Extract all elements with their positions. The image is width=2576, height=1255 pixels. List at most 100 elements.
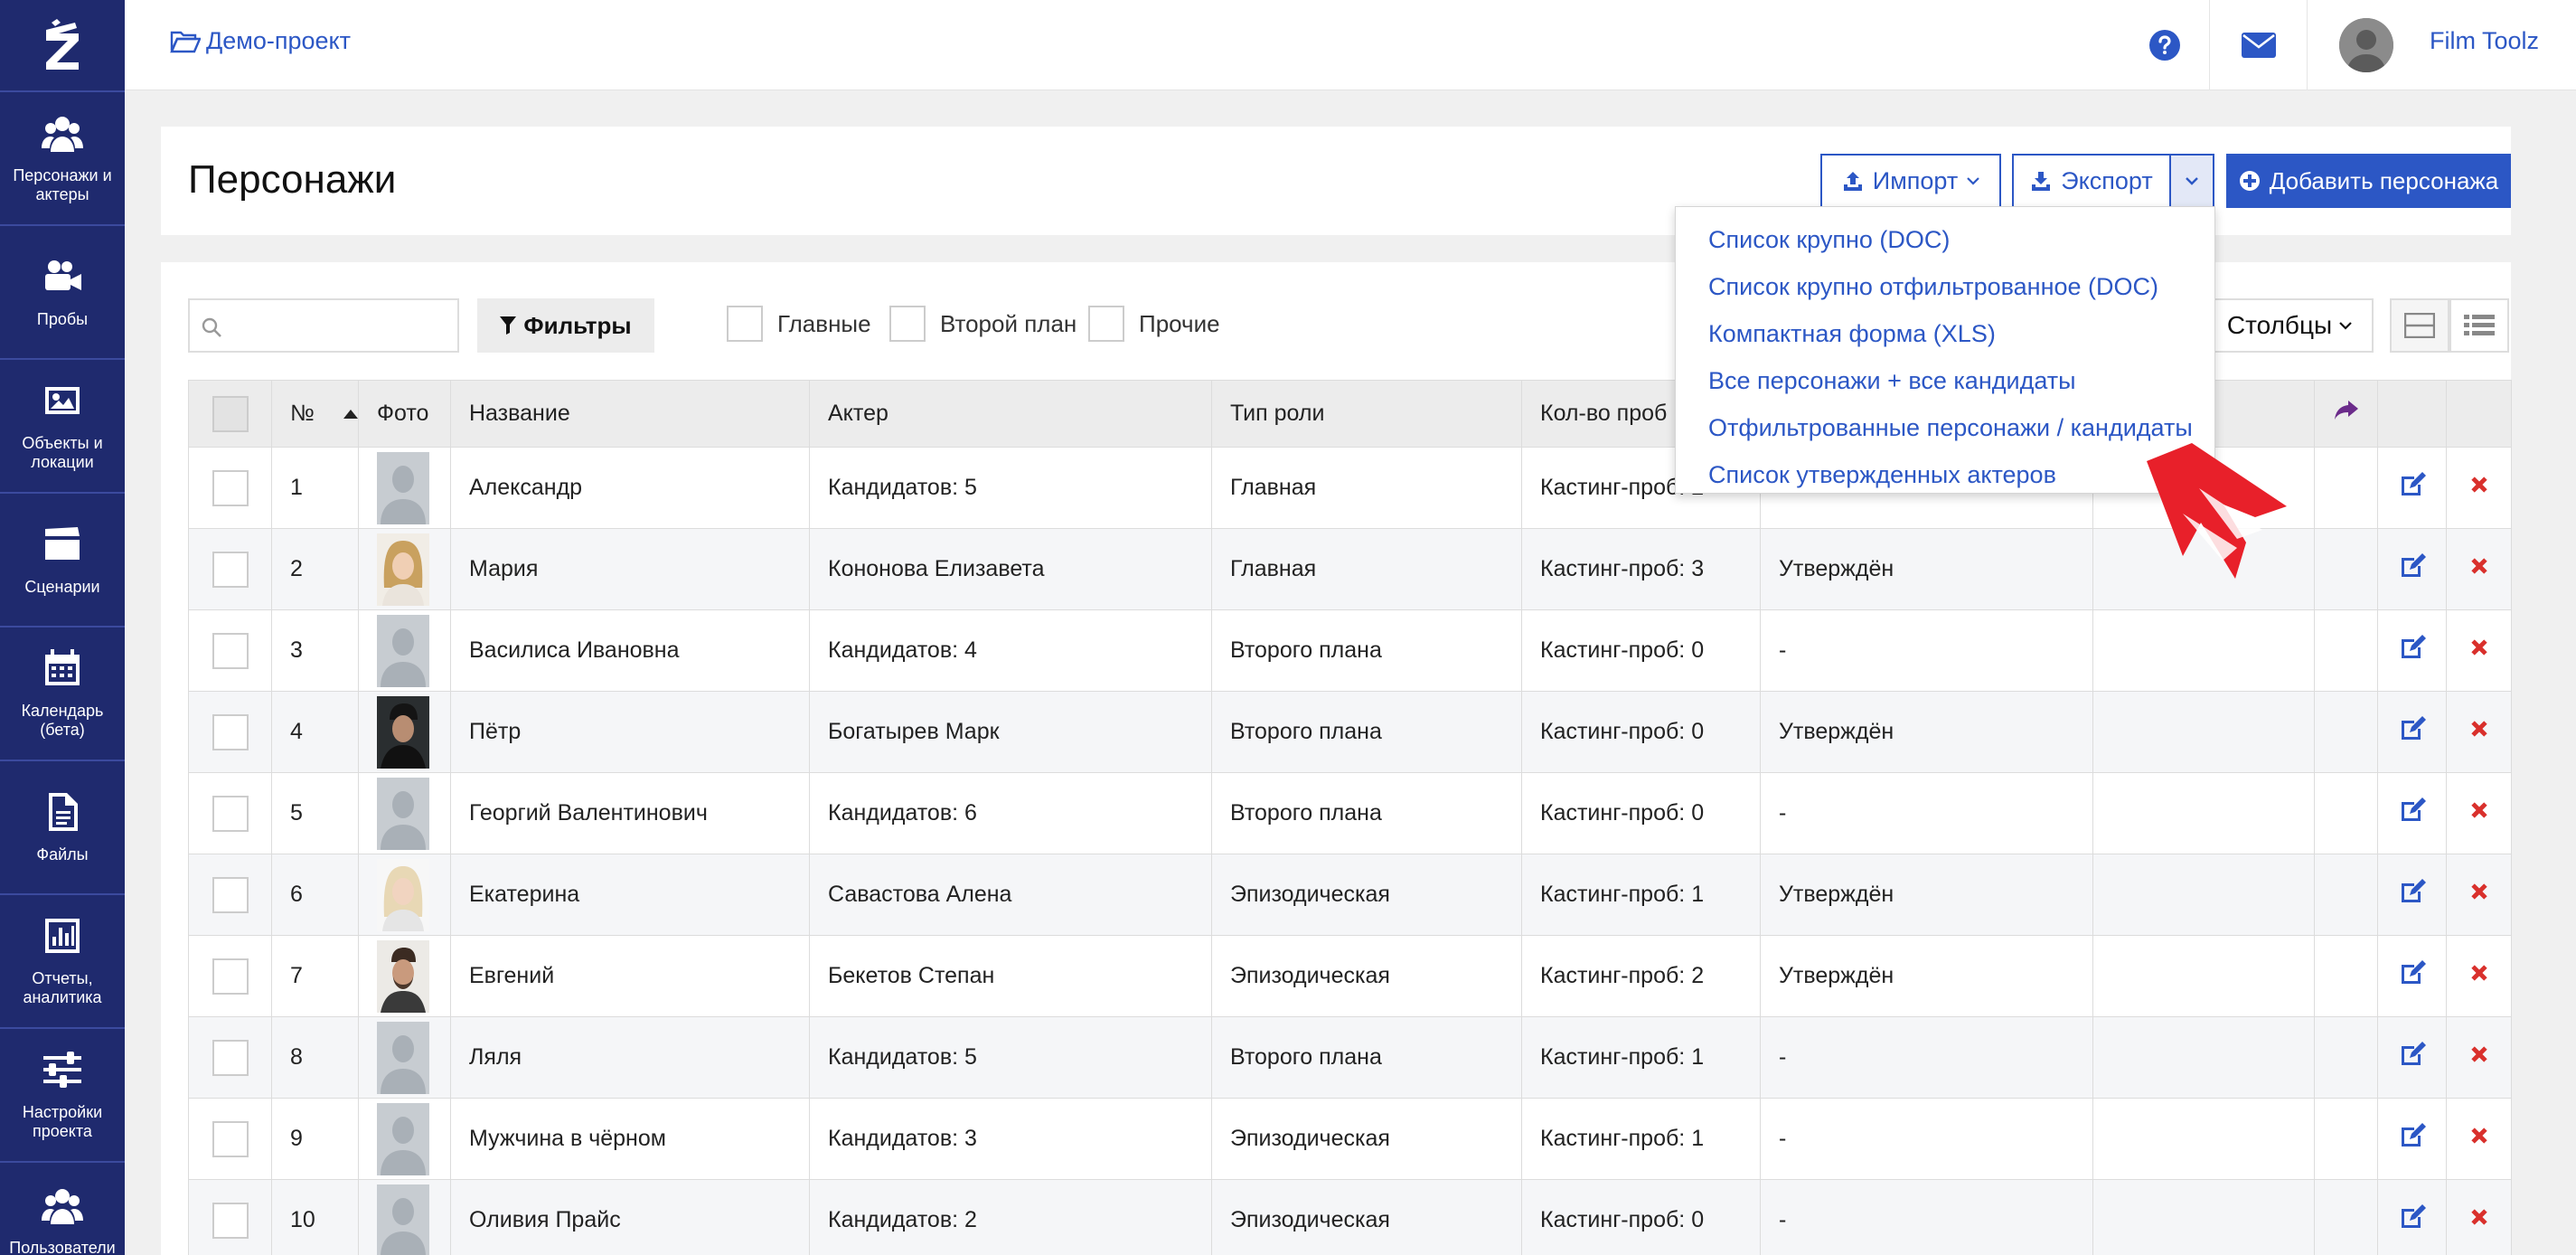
table-row[interactable]: 7 Евгений Бекетов Степан Эпизодическая Касти…	[188, 935, 2512, 1017]
row-actor[interactable]: Бекетов Степан	[809, 935, 1212, 1017]
row-name[interactable]: Василиса Ивановна	[450, 609, 810, 692]
select-all-checkbox[interactable]	[212, 395, 249, 432]
export-menu-item-compact-xls[interactable]: Компактная форма (XLS)	[1676, 310, 2214, 357]
sidebar-item-locations[interactable]: Объекты и локации	[0, 358, 125, 492]
filter-main-roles[interactable]: Главные	[727, 306, 871, 342]
sidebar-item-calendar[interactable]: Календарь (бета)	[0, 626, 125, 760]
row-photo[interactable]	[377, 777, 429, 850]
sidebar-item-scripts[interactable]: Сценарии	[0, 492, 125, 626]
edit-button[interactable]	[2399, 552, 2426, 586]
table-row[interactable]: 9 Мужчина в чёрном Кандидатов: 3 Эпизодичес…	[188, 1098, 2512, 1180]
row-checkbox[interactable]	[212, 1039, 249, 1076]
row-checkbox[interactable]	[212, 795, 249, 832]
col-number-header[interactable]: №	[271, 380, 359, 448]
import-button[interactable]: Импорт	[1820, 154, 2001, 208]
delete-button[interactable]	[2468, 554, 2491, 584]
row-photo[interactable]	[377, 451, 429, 524]
row-photo[interactable]	[377, 614, 429, 687]
add-character-button[interactable]: Добавить персонажа	[2226, 154, 2511, 208]
row-name[interactable]: Мужчина в чёрном	[450, 1098, 810, 1180]
export-menu-item-large-doc[interactable]: Список крупно (DOC)	[1676, 216, 2214, 263]
columns-button[interactable]: Столбцы	[2205, 298, 2374, 353]
export-button[interactable]: Экспорт	[2012, 154, 2171, 208]
row-photo[interactable]	[377, 1102, 429, 1175]
project-link[interactable]: Демо-проект	[170, 27, 351, 55]
row-name[interactable]: Екатерина	[450, 854, 810, 936]
col-role-type-header[interactable]: Тип роли	[1211, 380, 1522, 448]
export-menu-item-filtered-candidates[interactable]: Отфильтрованные персонажи / кандидаты	[1676, 404, 2214, 451]
export-menu-item-large-filtered-doc[interactable]: Список крупно отфильтрованное (DOC)	[1676, 263, 2214, 310]
delete-button[interactable]	[2468, 473, 2491, 503]
help-button[interactable]	[2120, 0, 2210, 90]
table-row[interactable]: 6 Екатерина Савастова Алена Эпизодическая Ка…	[188, 854, 2512, 936]
delete-button[interactable]	[2468, 1205, 2491, 1235]
delete-button[interactable]	[2468, 717, 2491, 747]
row-name[interactable]: Ляля	[450, 1016, 810, 1099]
row-checkbox[interactable]	[212, 632, 249, 669]
sidebar-item-reports[interactable]: Отчеты, аналитика	[0, 893, 125, 1027]
delete-button[interactable]	[2468, 1124, 2491, 1154]
delete-button[interactable]	[2468, 798, 2491, 828]
col-share-header[interactable]	[2314, 380, 2378, 448]
row-actor[interactable]: Кандидатов: 5	[809, 447, 1212, 529]
sidebar-item-settings[interactable]: Настройки проекта	[0, 1027, 125, 1161]
row-checkbox[interactable]	[212, 958, 249, 995]
sidebar-item-files[interactable]: Файлы	[0, 760, 125, 893]
row-photo[interactable]	[377, 939, 429, 1013]
table-row[interactable]: 3 Василиса Ивановна Кандидатов: 4 Второго п…	[188, 609, 2512, 692]
row-photo[interactable]	[377, 1184, 429, 1255]
delete-button[interactable]	[2468, 636, 2491, 665]
edit-button[interactable]	[2399, 878, 2426, 911]
export-dropdown-toggle[interactable]	[2169, 154, 2214, 208]
row-actor[interactable]: Кандидатов: 5	[809, 1016, 1212, 1099]
row-checkbox[interactable]	[212, 1202, 249, 1239]
edit-button[interactable]	[2399, 1203, 2426, 1237]
app-logo[interactable]	[0, 0, 125, 90]
search-field[interactable]	[230, 307, 447, 344]
filter-other-roles[interactable]: Прочие	[1088, 306, 1220, 342]
table-row[interactable]: 10 Оливия Прайс Кандидатов: 2 Эпизодическая…	[188, 1179, 2512, 1255]
table-row[interactable]: 4 Пётр Богатырев Марк Второго плана Кастинг-…	[188, 691, 2512, 773]
table-row[interactable]: 5 Георгий Валентинович Кандидатов: 6 Второг…	[188, 772, 2512, 854]
user-avatar[interactable]	[2339, 18, 2393, 72]
row-actor[interactable]: Савастова Алена	[809, 854, 1212, 936]
edit-button[interactable]	[2399, 471, 2426, 505]
messages-button[interactable]	[2210, 0, 2308, 90]
edit-button[interactable]	[2399, 1122, 2426, 1156]
sidebar-item-characters[interactable]: Персонажи и актеры	[0, 90, 125, 224]
row-actor[interactable]: Кандидатов: 4	[809, 609, 1212, 692]
row-name[interactable]: Евгений	[450, 935, 810, 1017]
row-name[interactable]: Мария	[450, 528, 810, 610]
col-name-header[interactable]: Название	[450, 380, 810, 448]
row-actor[interactable]: Богатырев Марк	[809, 691, 1212, 773]
col-actor-header[interactable]: Актер	[809, 380, 1212, 448]
row-photo[interactable]	[377, 1021, 429, 1094]
row-name[interactable]: Георгий Валентинович	[450, 772, 810, 854]
export-menu-item-all-candidates[interactable]: Все персонажи + все кандидаты	[1676, 357, 2214, 404]
table-row[interactable]: 8 Ляля Кандидатов: 5 Второго плана Кастинг-п…	[188, 1016, 2512, 1099]
row-name[interactable]: Оливия Прайс	[450, 1179, 810, 1255]
row-checkbox[interactable]	[212, 713, 249, 750]
row-actor[interactable]: Кандидатов: 2	[809, 1179, 1212, 1255]
row-checkbox[interactable]	[212, 1120, 249, 1157]
row-checkbox[interactable]	[212, 876, 249, 913]
export-menu-item-approved-actors[interactable]: Список утвержденных актеров	[1676, 451, 2214, 498]
edit-button[interactable]	[2399, 715, 2426, 749]
row-actor[interactable]: Кандидатов: 6	[809, 772, 1212, 854]
row-name[interactable]: Александр	[450, 447, 810, 529]
user-name[interactable]: Film Toolz	[2430, 27, 2539, 55]
search-input[interactable]	[188, 298, 459, 353]
sidebar-item-users[interactable]: Пользователи и	[0, 1161, 125, 1255]
row-photo[interactable]	[377, 858, 429, 931]
edit-button[interactable]	[2399, 634, 2426, 667]
row-actor[interactable]: Кандидатов: 3	[809, 1098, 1212, 1180]
row-actor[interactable]: Кононова Елизавета	[809, 528, 1212, 610]
filters-button[interactable]: Фильтры	[477, 298, 654, 353]
row-name[interactable]: Пётр	[450, 691, 810, 773]
edit-button[interactable]	[2399, 1041, 2426, 1074]
delete-button[interactable]	[2468, 880, 2491, 910]
delete-button[interactable]	[2468, 961, 2491, 991]
row-checkbox[interactable]	[212, 469, 249, 506]
filter-supporting-roles[interactable]: Второй план	[889, 306, 1076, 342]
row-checkbox[interactable]	[212, 551, 249, 588]
